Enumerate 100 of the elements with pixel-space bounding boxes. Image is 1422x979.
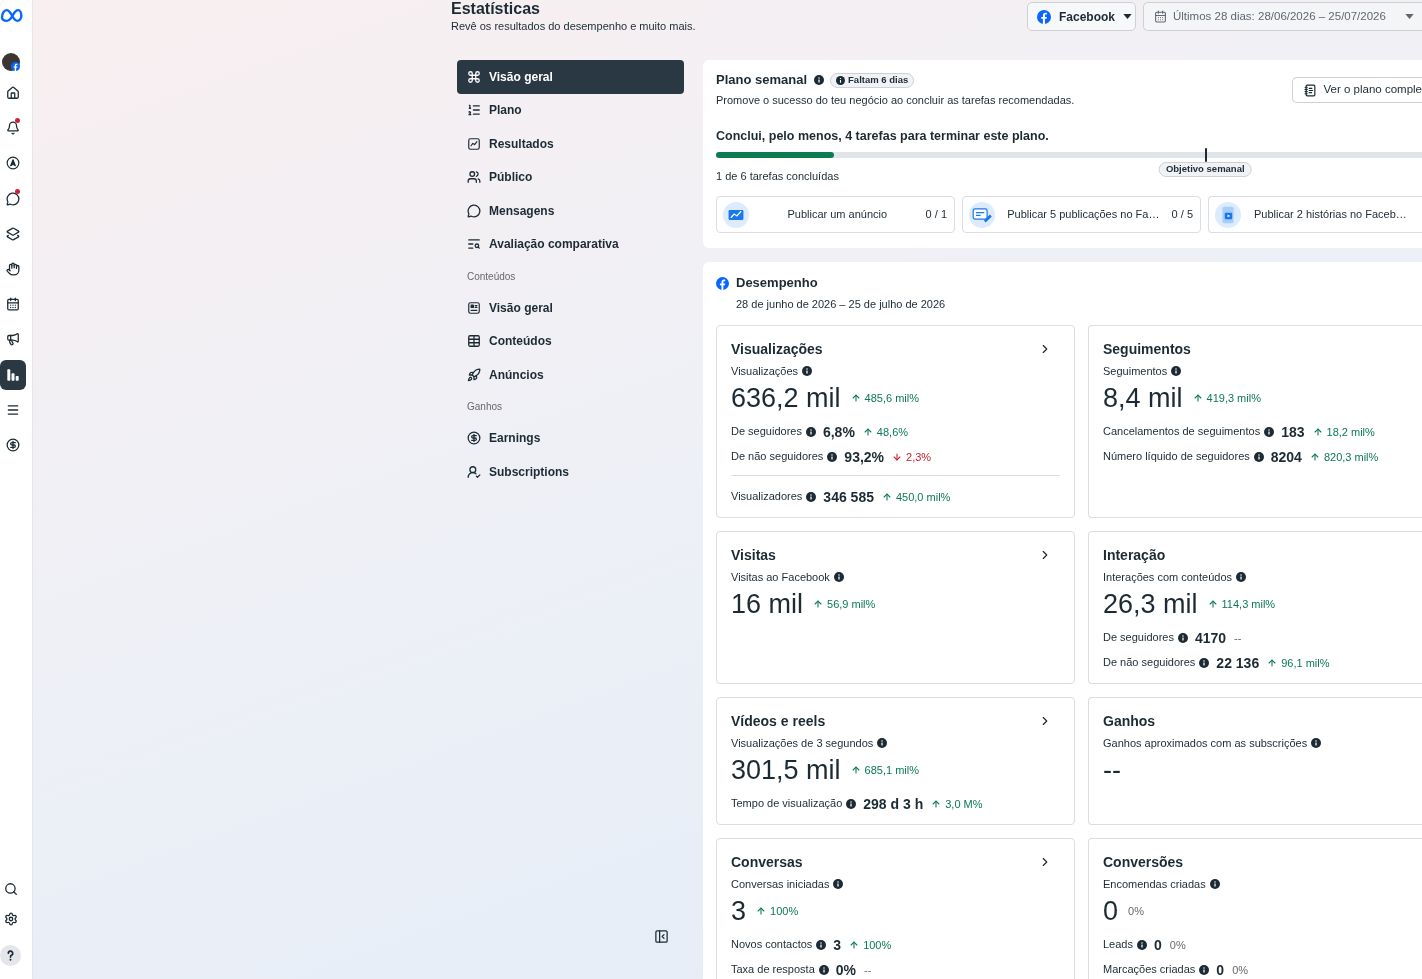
navigation-icon [6,156,20,171]
nav-item[interactable]: Mensagens [457,194,684,228]
stat-value: 298 d 3 h [863,795,924,812]
metric-value: 0 [1103,896,1119,926]
info-icon [1199,964,1210,975]
nav-item[interactable]: Plano [457,93,684,127]
chat-bubble-icon [467,203,481,218]
change-value: 485,6 mil% [864,391,919,405]
date-range-text: 28 de junho de 2026 – 25 de julho de 2026 [736,296,946,312]
card-title: Interação [1103,546,1166,565]
change-value: 114,3 mil% [1221,597,1276,611]
metric-value: 26,3 mil [1103,589,1198,619]
info-icon [1171,366,1182,376]
arrow-up-icon [1312,426,1323,437]
change-value: 3,0 M% [945,796,983,811]
rocket-icon [467,367,481,382]
message-card-illustration-icon [969,201,995,228]
nav-item[interactable]: Avaliação comparativa [457,227,684,261]
info-icon [816,939,827,950]
post-card-icon [467,300,481,315]
info-icon [802,366,813,376]
change-value: 100% [770,904,799,918]
caret-down-icon [1123,14,1132,19]
stat-value: 8204 [1270,448,1302,465]
stat-value: 346 585 [823,488,874,505]
nav-item[interactable]: Earnings [457,421,684,455]
info-icon [1264,426,1275,437]
change-value: 96,1 mil% [1281,655,1330,670]
info-icon [1209,879,1220,889]
change-value: 0% [1232,962,1249,977]
info-icon [833,572,844,582]
stat-label: De seguidores [1103,631,1174,644]
stat-value: 183 [1281,423,1305,440]
line-chart-icon [467,136,481,151]
bell-icon [6,121,20,136]
info-icon [1137,939,1147,950]
metric-value: 8,4 mil [1103,383,1183,413]
task-label: Publicar 5 publicações no Fa… [1006,207,1161,223]
info-icon [1236,572,1247,582]
info-icon [846,798,857,809]
help-icon[interactable] [0,945,21,966]
nav-item[interactable]: Subscriptions [457,455,684,489]
info-icon [805,426,816,437]
infinity-logo-icon[interactable] [0,7,24,24]
stat-value: 4170 [1194,629,1227,646]
card-title: Visitas [731,546,776,565]
metric-value: 16 mil [731,589,804,619]
calendar-icon [6,297,20,312]
nav-item[interactable]: Público [457,160,684,194]
info-icon [1311,738,1322,748]
info-icon [833,879,844,889]
metric-label: Visualizações [731,363,799,379]
calendar-icon [1154,10,1167,23]
plan-description: Promove o sucesso do teu negócio ao concluir as tarefas recomendadas. [716,93,1075,108]
date-range-dropdown[interactable]: Últimos 28 dias: 28/06/2026 – 25/07/2026 [1143,2,1422,31]
facebook-icon [11,62,20,71]
change-value: 2,3% [906,449,932,464]
platform-dropdown[interactable]: Facebook [1027,2,1136,31]
bar-chart-button[interactable] [0,359,26,390]
nav-item[interactable]: Conteúdos [457,324,684,358]
play-card-illustration-icon [1215,201,1241,228]
task-count: 0 / 1 [925,207,947,223]
facebook-icon [716,276,729,290]
sidebar-toggle-icon[interactable] [654,929,669,944]
metric-value: 3 [731,896,747,926]
plan-goal: Conclui, pelo menos, 4 tarefas para terminar este plano. [716,128,1050,145]
metric-value: 636,2 mil [731,383,841,413]
change-value: 100% [863,937,892,952]
arrow-up-icon [1207,599,1218,609]
card-title: Vídeos e reels [731,712,826,731]
change-value: 0% [1128,904,1144,918]
task-label: Publicar 2 histórias no Faceb… [1254,207,1408,223]
change-value: 56,9 mil% [827,597,876,611]
view-plan-button[interactable]: Ver o plano comple [1291,77,1422,103]
info-icon [818,964,829,975]
task-card[interactable]: Publicar 2 histórias no Faceb… [1208,196,1422,233]
arrow-up-icon [850,393,861,403]
nav-item[interactable]: Resultados [457,127,684,161]
metric-label: Ganhos aproximados com as subscrições [1103,735,1308,751]
search-icon [4,882,18,896]
change-value: 18,2 mil% [1326,424,1375,439]
plan-title: Plano semanal [716,71,808,90]
task-card[interactable]: Publicar um anúncio 0 / 1 [716,196,955,233]
arrow-up-icon [850,765,861,775]
arrow-up-icon [849,939,860,950]
notebook-icon [1303,83,1317,97]
nav-item[interactable]: Anúncios [457,358,684,392]
arrow-up-icon [862,426,873,437]
info-icon [806,491,817,502]
arrow-up-icon [931,798,942,809]
list-search-icon [467,237,481,252]
stat-label: Novos contactos [731,938,813,951]
dollar-circle-icon [6,437,20,452]
change-value: 419,3 mil% [1206,391,1261,405]
task-card[interactable]: Publicar 5 publicações no Fa… 0 / 5 [962,196,1201,233]
arrow-up-icon [813,599,824,609]
stat-value: 6,8% [822,423,855,440]
nav-item[interactable]: Visão geral [457,60,684,94]
nav-item[interactable]: Visão geral [457,291,684,325]
progress-caption: 1 de 6 tarefas concluídas [716,170,839,182]
